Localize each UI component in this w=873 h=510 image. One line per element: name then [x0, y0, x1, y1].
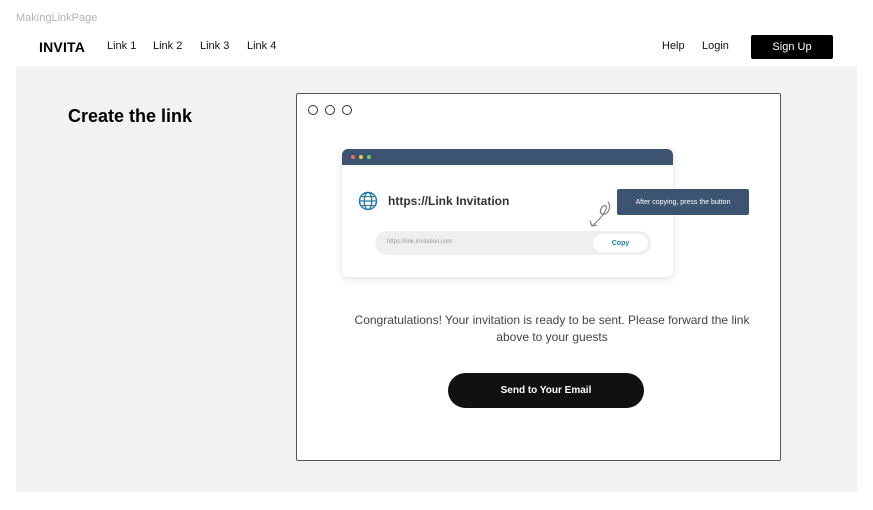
invitation-url-field[interactable]: https://link.invitation.com Copy	[375, 231, 651, 255]
nav-link-2[interactable]: Link 2	[153, 40, 182, 52]
success-message: Congratulations! Your invitation is read…	[354, 313, 750, 344]
frame-label: MakingLinkPage	[16, 12, 98, 24]
top-navbar: INVITA Link 1 Link 2 Link 3 Link 4 Help …	[16, 29, 857, 66]
page-title: Create the link	[68, 106, 193, 126]
preview-title-bar	[342, 149, 673, 165]
yellow-dot-icon	[359, 155, 363, 159]
login-link[interactable]: Login	[702, 40, 729, 52]
brand-logo[interactable]: INVITA	[39, 39, 85, 55]
green-dot-icon	[367, 155, 371, 159]
curved-arrow-icon	[589, 201, 611, 227]
nav-link-3[interactable]: Link 3	[200, 40, 229, 52]
sign-up-button[interactable]: Sign Up	[751, 35, 833, 59]
help-link[interactable]: Help	[662, 40, 685, 52]
nav-link-1[interactable]: Link 1	[107, 40, 136, 52]
link-window: https://Link Invitation https://link.inv…	[296, 93, 781, 461]
nav-link-4[interactable]: Link 4	[247, 40, 276, 52]
window-control-icon[interactable]	[342, 105, 352, 115]
url-value: https://link.invitation.com	[387, 239, 453, 245]
globe-icon	[358, 191, 378, 211]
window-control-icon[interactable]	[325, 105, 335, 115]
copy-hint-tooltip: After copying, press the button	[617, 189, 749, 215]
copy-button[interactable]: Copy	[593, 234, 648, 252]
red-dot-icon	[351, 155, 355, 159]
window-control-icon[interactable]	[308, 105, 318, 115]
page-canvas: INVITA Link 1 Link 2 Link 3 Link 4 Help …	[16, 29, 857, 492]
send-email-button[interactable]: Send to Your Email	[448, 373, 644, 408]
link-title: https://Link Invitation	[388, 194, 510, 208]
